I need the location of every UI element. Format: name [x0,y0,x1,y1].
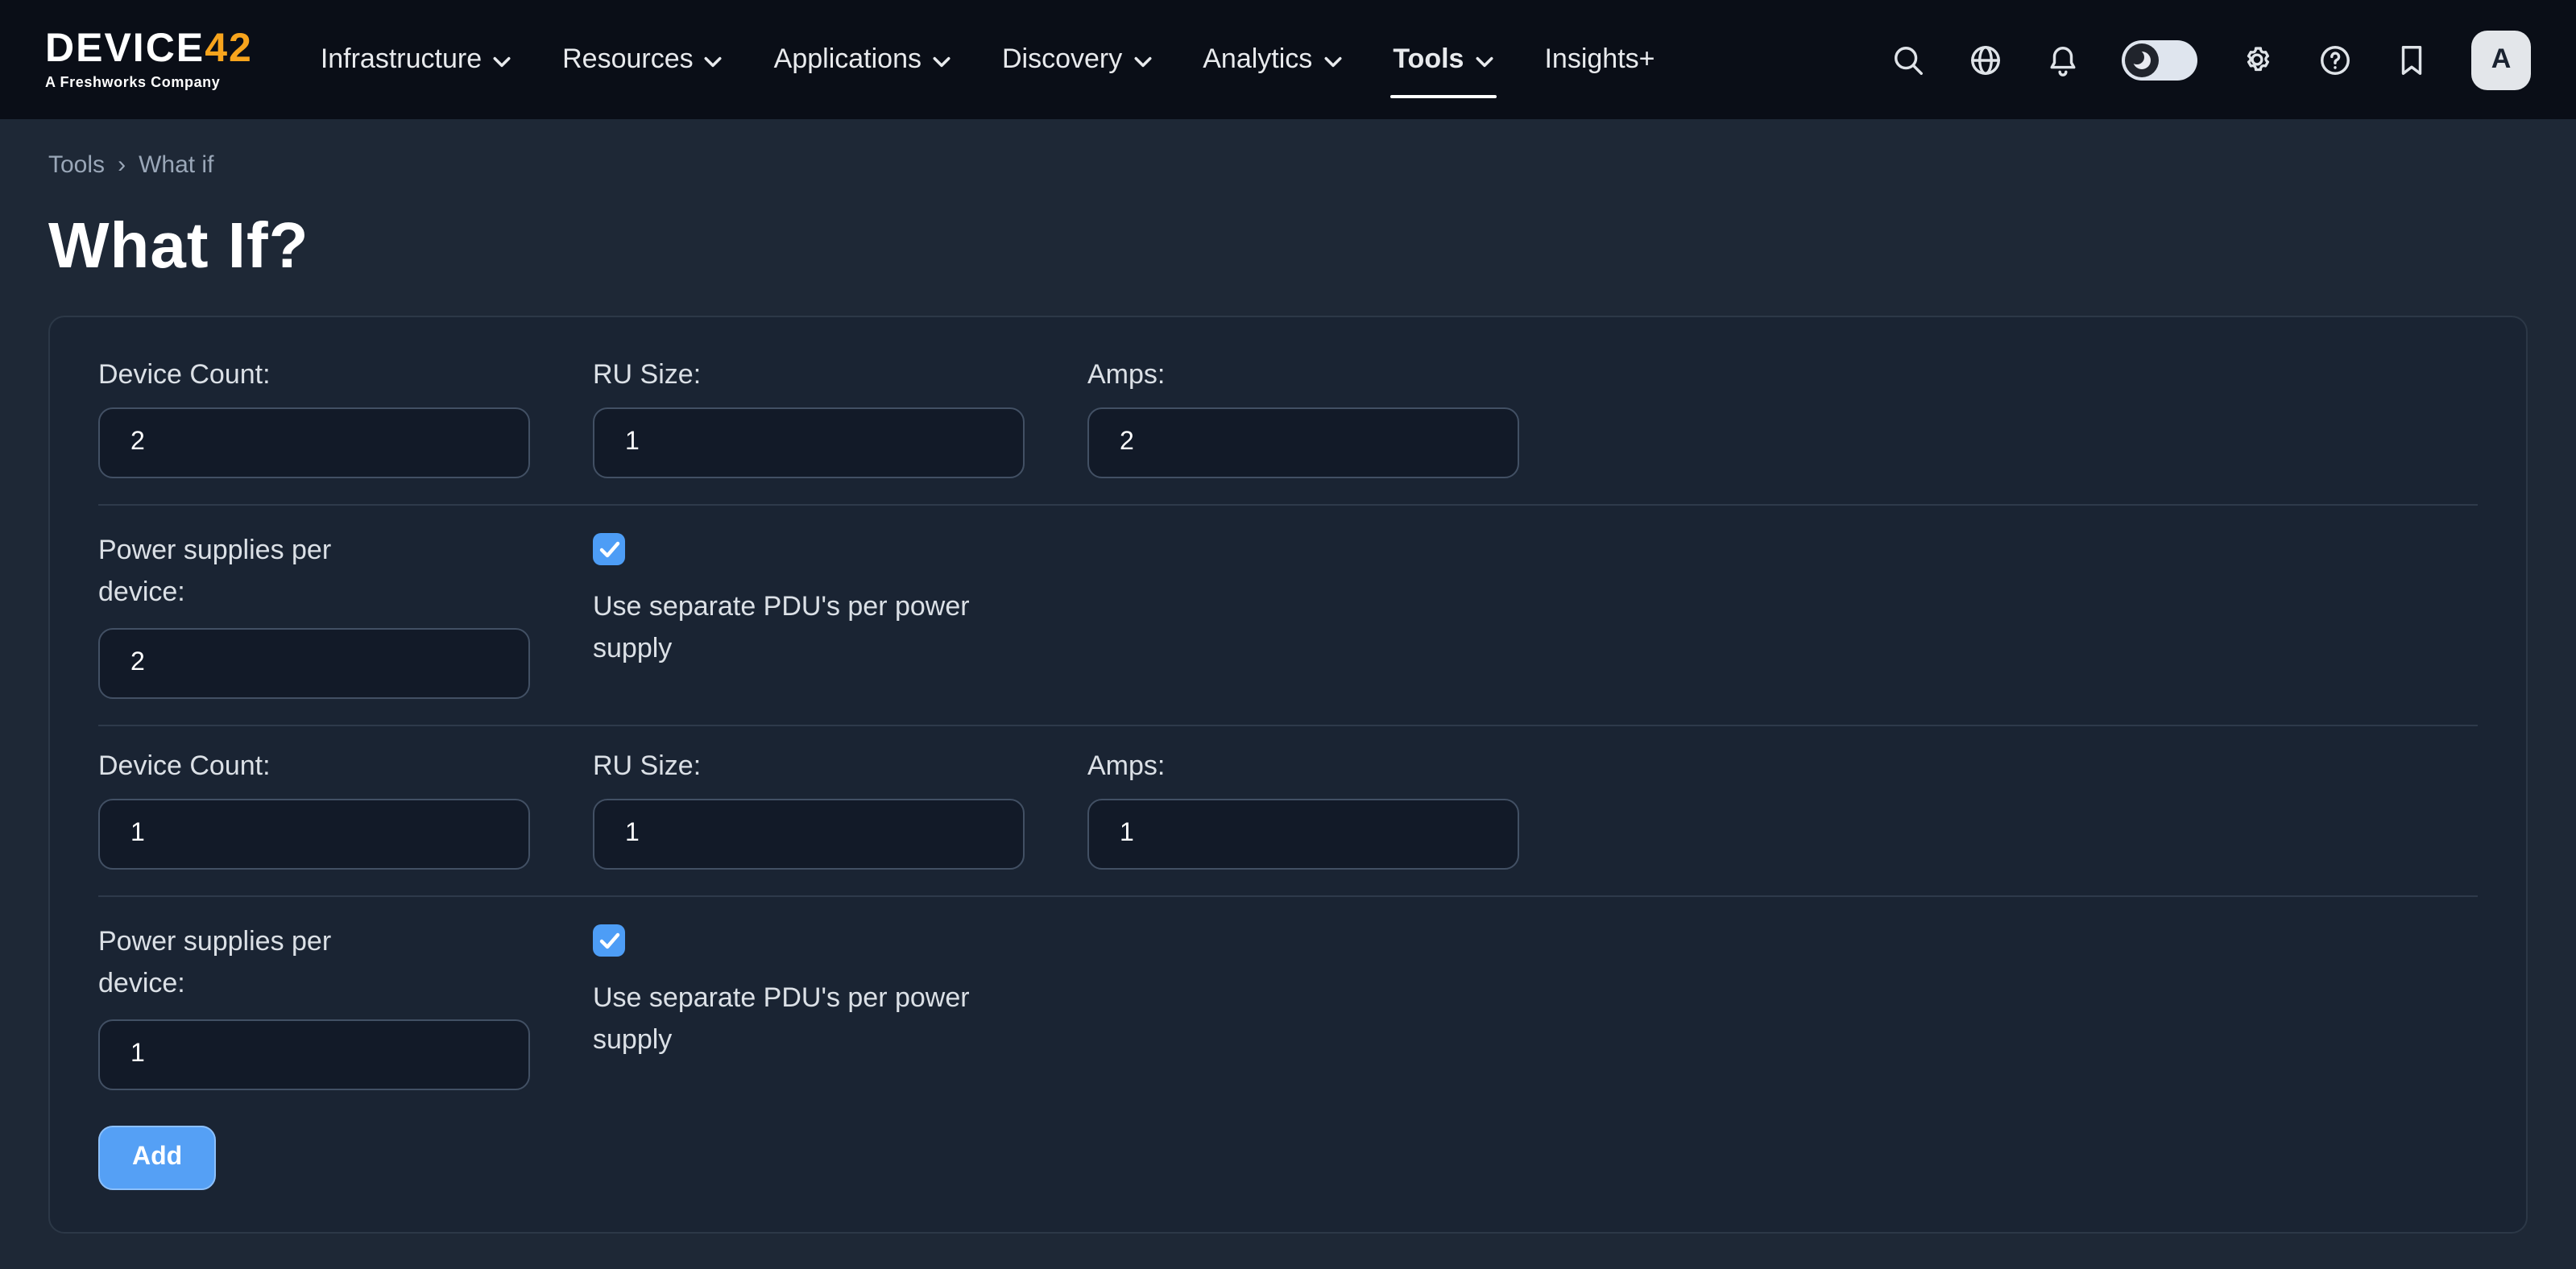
separate-pdu-group-1: Use separate PDU's per power supply [593,530,1025,699]
breadcrumb: Tools › What if [48,151,2528,179]
divider [98,725,2478,726]
nav-item-applications[interactable]: Applications [748,0,976,119]
device-count-input-2[interactable] [98,799,530,870]
breadcrumb-tools[interactable]: Tools [48,151,105,179]
bookmark-icon[interactable] [2394,42,2429,77]
theme-toggle-knob [2125,43,2159,76]
nav-item-tools[interactable]: Tools [1367,0,1518,119]
chevron-down-icon [705,56,723,67]
power-supplies-input-2[interactable] [98,1019,530,1090]
logo-wordmark: DEVICE42 [45,29,253,69]
ru-size-field-2: RU Size: [593,750,1025,870]
nav-item-label: Analytics [1203,43,1312,76]
form-row-2: Power supplies per device: Use separate … [98,530,2478,699]
page-title: What If? [48,211,2528,283]
globe-icon[interactable] [1967,42,2002,77]
device42-logo[interactable]: DEVICE42 A Freshworks Company [45,29,253,90]
form-row-1: Device Count: RU Size: Amps: [98,359,2478,478]
page-content: Tools › What if What If? Device Count: R… [0,119,2576,1234]
divider [98,895,2478,897]
ru-size-input-1[interactable] [593,407,1025,478]
amps-input-2[interactable] [1087,799,1519,870]
logo-text-accent: 42 [205,26,253,71]
main-nav: Infrastructure Resources Applications Di… [295,0,1681,119]
separate-pdu-label: Use separate PDU's per power supply [593,978,1004,1062]
breadcrumb-separator: › [118,151,126,179]
theme-toggle[interactable] [2122,39,2197,80]
chevron-down-icon [1475,56,1493,67]
ru-size-field-1: RU Size: [593,359,1025,478]
power-supplies-label: Power supplies per device: [98,921,380,1003]
form-row-4: Power supplies per device: Use separate … [98,921,2478,1090]
nav-item-insights[interactable]: Insights+ [1518,0,1680,119]
separate-pdu-label: Use separate PDU's per power supply [593,586,1004,671]
help-icon[interactable] [2317,42,2352,77]
breadcrumb-what-if[interactable]: What if [139,151,213,179]
what-if-form-card: Device Count: RU Size: Amps: Power suppl… [48,316,2528,1234]
device-count-field-2: Device Count: [98,750,530,870]
add-button[interactable]: Add [98,1126,216,1190]
check-icon [598,540,619,558]
amps-input-1[interactable] [1087,407,1519,478]
device-count-input-1[interactable] [98,407,530,478]
separate-pdu-group-2: Use separate PDU's per power supply [593,921,1025,1090]
nav-item-label: Applications [774,43,921,76]
power-supplies-label: Power supplies per device: [98,530,380,612]
chevron-down-icon [933,56,950,67]
amps-field-2: Amps: [1087,750,1519,870]
check-icon [598,932,619,949]
power-supplies-field-1: Power supplies per device: [98,530,530,699]
logo-text-primary: DEVICE [45,26,205,71]
separate-pdu-checkbox-2[interactable] [593,924,625,957]
page: DEVICE42 A Freshworks Company Infrastruc… [0,0,2576,1269]
device-count-label: Device Count: [98,750,530,783]
separate-pdu-checkbox-1[interactable] [593,533,625,565]
nav-item-label: Insights+ [1544,43,1655,76]
navbar-actions: A [1890,30,2531,89]
moon-icon [2133,51,2151,68]
nav-item-infrastructure[interactable]: Infrastructure [295,0,536,119]
logo-tagline: A Freshworks Company [45,74,253,90]
nav-item-label: Infrastructure [321,43,482,76]
nav-item-label: Tools [1393,43,1464,76]
device-count-field-1: Device Count: [98,359,530,478]
nav-item-resources[interactable]: Resources [536,0,748,119]
power-supplies-input-1[interactable] [98,628,530,699]
avatar-initial: A [2491,43,2512,76]
chevron-down-icon [493,56,511,67]
ru-size-label: RU Size: [593,359,1025,391]
device-count-label: Device Count: [98,359,530,391]
amps-field-1: Amps: [1087,359,1519,478]
chevron-down-icon [1133,56,1151,67]
amps-label: Amps: [1087,359,1519,391]
ru-size-label: RU Size: [593,750,1025,783]
nav-item-label: Discovery [1002,43,1122,76]
notifications-bell-icon[interactable] [2044,42,2080,77]
search-icon[interactable] [1890,42,1925,77]
user-avatar[interactable]: A [2471,30,2531,89]
top-navbar: DEVICE42 A Freshworks Company Infrastruc… [0,0,2576,119]
amps-label: Amps: [1087,750,1519,783]
nav-item-discovery[interactable]: Discovery [976,0,1177,119]
ru-size-input-2[interactable] [593,799,1025,870]
form-row-3: Device Count: RU Size: Amps: [98,750,2478,870]
nav-item-label: Resources [562,43,694,76]
divider [98,504,2478,506]
settings-gear-icon[interactable] [2239,42,2275,77]
power-supplies-field-2: Power supplies per device: [98,921,530,1090]
chevron-down-icon [1323,56,1341,67]
nav-item-analytics[interactable]: Analytics [1177,0,1367,119]
